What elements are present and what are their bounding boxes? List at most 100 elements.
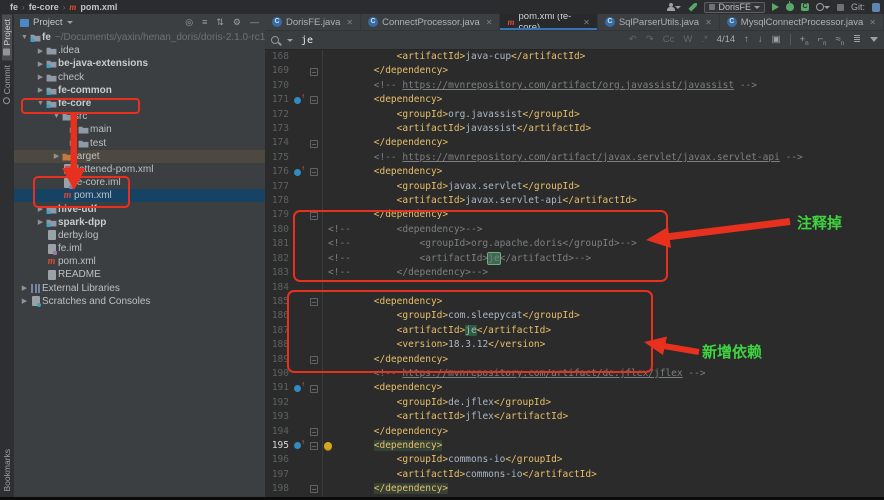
- code-line[interactable]: 184: [265, 281, 884, 295]
- tab-pom-xml-fe-core-[interactable]: mpom.xml (fe-core)✕: [500, 14, 597, 30]
- code-line[interactable]: 195↑– <dependency>: [265, 439, 884, 453]
- dependency-gutter-icon[interactable]: ↑: [292, 381, 307, 395]
- fold-marker[interactable]: –: [307, 381, 321, 395]
- code-line[interactable]: 190 <!-- https://mvnrepository.com/artif…: [265, 367, 884, 381]
- select-in-view-icon[interactable]: ▣: [772, 34, 781, 45]
- close-icon[interactable]: ✕: [869, 18, 876, 27]
- code-line[interactable]: 194– </dependency>: [265, 425, 884, 439]
- tree-item-flattened-pom-xml[interactable]: flattened-pom.xml: [14, 163, 265, 176]
- fold-marker[interactable]: –: [307, 93, 321, 107]
- tree-item-fe-core-iml[interactable]: fe-core.iml: [14, 176, 265, 189]
- add-occurrence-icon[interactable]: +n: [800, 34, 809, 47]
- close-icon[interactable]: ✕: [346, 18, 353, 27]
- tree-item-fe-common[interactable]: ▶fe-common: [14, 84, 265, 97]
- code-line[interactable]: 173 <artifactId>javassist</artifactId>: [265, 122, 884, 136]
- fold-marker[interactable]: –: [307, 353, 321, 367]
- comment-link[interactable]: https://mvnrepository.com/artifact/org.j…: [402, 80, 734, 91]
- tree-item-fe-iml[interactable]: fe.iml: [14, 242, 265, 255]
- fold-marker[interactable]: –: [307, 165, 321, 179]
- tree-item-derby-log[interactable]: derby.log: [14, 229, 265, 242]
- code-line[interactable]: 188 <version>18.3.12</version>: [265, 338, 884, 352]
- code-line[interactable]: 181<!-- <groupId>org.apache.doris</group…: [265, 237, 884, 251]
- chevron-right-icon[interactable]: ▶: [68, 126, 77, 134]
- coverage-button[interactable]: C: [801, 2, 809, 13]
- tree-item-target[interactable]: ▶target: [14, 150, 265, 163]
- chevron-right-icon[interactable]: ▶: [36, 86, 45, 94]
- hide-panel-icon[interactable]: —: [250, 17, 259, 28]
- breadcrumb-item[interactable]: fe: [10, 2, 18, 12]
- regex-toggle[interactable]: .*: [701, 34, 707, 45]
- chevron-right-icon[interactable]: ▶: [36, 60, 45, 68]
- match-case-toggle[interactable]: Cc: [663, 34, 675, 45]
- collapse-all-icon[interactable]: ⇅: [216, 17, 224, 28]
- code-line[interactable]: 186 <groupId>com.sleepycat</groupId>: [265, 309, 884, 323]
- close-icon[interactable]: ✕: [583, 18, 590, 27]
- tree-item-spark-dpp[interactable]: ▶spark-dpp: [14, 216, 265, 229]
- code-editor[interactable]: 168 <artifactId>java-cup</artifactId>169…: [265, 50, 884, 497]
- tab-mysqlconnectprocessor-java[interactable]: CMysqlConnectProcessor.java✕: [720, 14, 884, 30]
- chevron-right-icon[interactable]: ▶: [52, 152, 61, 160]
- chevron-down-icon[interactable]: ▼: [36, 100, 45, 107]
- tool-window-bookmarks[interactable]: Bookmarks: [2, 444, 12, 497]
- tool-window-project[interactable]: Project: [2, 14, 12, 60]
- stop-button[interactable]: [837, 2, 844, 13]
- chevron-right-icon[interactable]: ▶: [20, 284, 29, 292]
- chevron-down-icon[interactable]: ▼: [20, 34, 29, 41]
- dependency-gutter-icon[interactable]: ↑: [292, 93, 307, 107]
- code-line[interactable]: 185– <dependency>: [265, 295, 884, 309]
- code-line[interactable]: 177 <groupId>javax.servlet</groupId>: [265, 180, 884, 194]
- code-line[interactable]: 175 <!-- https://mvnrepository.com/artif…: [265, 151, 884, 165]
- tool-window-commit[interactable]: Commit: [2, 60, 12, 109]
- tree-item-scratches-and-consoles[interactable]: ▶Scratches and Consoles: [14, 295, 265, 308]
- tree-item--idea[interactable]: ▶.idea: [14, 44, 265, 57]
- code-line[interactable]: 179– </dependency>: [265, 208, 884, 222]
- tree-item-hive-udf[interactable]: ▶hive-udf: [14, 202, 265, 215]
- tree-item-readme[interactable]: README: [14, 268, 265, 281]
- tree-item-fe-core[interactable]: ▼fe-core: [14, 97, 265, 110]
- run-button[interactable]: [772, 2, 779, 13]
- search-history-chevron[interactable]: [287, 39, 293, 42]
- code-line[interactable]: 176↑– <dependency>: [265, 165, 884, 179]
- code-line[interactable]: 182<!-- <artifactId>je</artifactId>-->: [265, 252, 884, 266]
- tree-item-external-libraries[interactable]: ▶External Libraries: [14, 282, 265, 295]
- tab-dorisfe-java[interactable]: CDorisFE.java✕: [265, 14, 361, 30]
- gear-icon[interactable]: ⚙: [233, 17, 241, 28]
- code-line[interactable]: 170 <!-- https://mvnrepository.com/artif…: [265, 79, 884, 93]
- fold-marker[interactable]: –: [307, 295, 321, 309]
- comment-link[interactable]: https://mvnrepository.com/artifact/javax…: [402, 152, 780, 163]
- close-icon[interactable]: ✕: [705, 18, 712, 27]
- code-line[interactable]: 189– </dependency>: [265, 353, 884, 367]
- fold-marker[interactable]: –: [307, 439, 321, 453]
- search-options-icon[interactable]: ≣: [853, 34, 861, 45]
- breadcrumb-item[interactable]: pom.xml: [80, 2, 117, 12]
- code-line[interactable]: 196 <groupId>commons-io</groupId>: [265, 453, 884, 467]
- profiler-button[interactable]: [816, 2, 830, 13]
- chevron-right-icon[interactable]: ▶: [20, 297, 29, 305]
- code-line[interactable]: 187 <artifactId>je</artifactId>: [265, 324, 884, 338]
- fold-marker[interactable]: –: [307, 425, 321, 439]
- locate-file-icon[interactable]: ◎: [185, 17, 193, 28]
- code-line[interactable]: 191↑– <dependency>: [265, 381, 884, 395]
- fold-marker[interactable]: –: [307, 64, 321, 78]
- tree-item-main[interactable]: ▶main: [14, 123, 265, 136]
- code-line[interactable]: 180<!-- <dependency>-->: [265, 223, 884, 237]
- tree-item-pom-xml[interactable]: mpom.xml: [14, 255, 265, 268]
- tree-item-pom-xml[interactable]: mpom.xml: [14, 189, 265, 202]
- dependency-gutter-icon[interactable]: ↑: [292, 439, 307, 453]
- chevron-down-icon[interactable]: ▼: [52, 113, 61, 120]
- dependency-gutter-icon[interactable]: ↑: [292, 165, 307, 179]
- fold-marker[interactable]: –: [307, 482, 321, 496]
- code-line[interactable]: 197 <artifactId>commons-io</artifactId>: [265, 468, 884, 482]
- build-wrench-icon[interactable]: [688, 2, 697, 13]
- code-line[interactable]: 178 <artifactId>javax.servlet-api</artif…: [265, 194, 884, 208]
- comment-link[interactable]: https://mvnrepository.com/artifact/de.jf…: [402, 368, 682, 379]
- code-line[interactable]: 171↑– <dependency>: [265, 93, 884, 107]
- git-update-icon[interactable]: [872, 2, 880, 13]
- tab-connectprocessor-java[interactable]: CConnectProcessor.java✕: [361, 14, 500, 30]
- user-icon[interactable]: [666, 2, 681, 13]
- tree-item-test[interactable]: ▶test: [14, 137, 265, 150]
- chevron-right-icon[interactable]: ▶: [68, 139, 77, 147]
- code-line[interactable]: 193 <artifactId>jflex</artifactId>: [265, 410, 884, 424]
- expand-all-icon[interactable]: ≡: [202, 17, 207, 28]
- code-line[interactable]: 172 <groupId>org.javassist</groupId>: [265, 108, 884, 122]
